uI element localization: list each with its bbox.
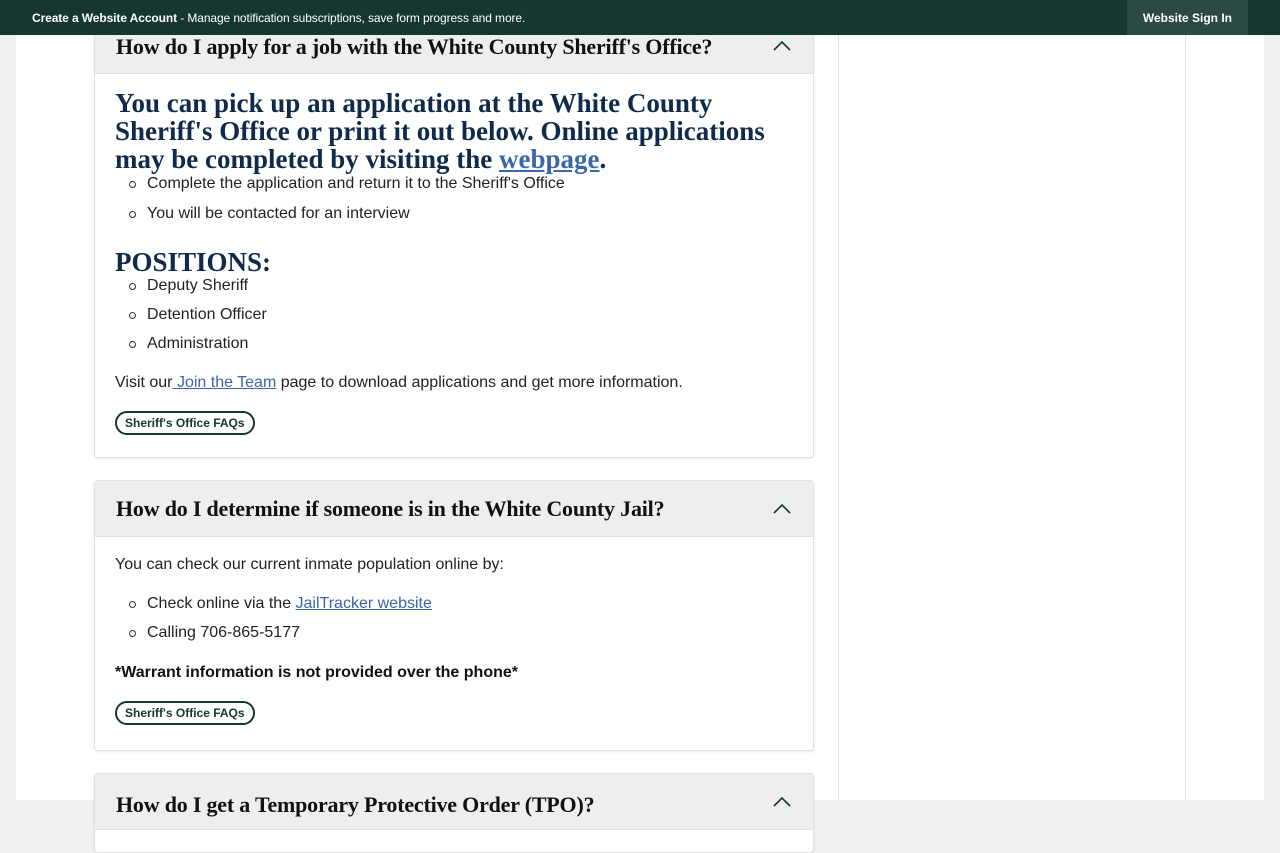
answer-heading: You can pick up an application at the Wh…: [115, 89, 793, 173]
sheriffs-office-faqs-tag[interactable]: Sheriff's Office FAQs: [115, 701, 255, 725]
join-team-paragraph: Visit our Join the Team page to download…: [115, 374, 793, 392]
create-account-description: - Manage notification subscriptions, sav…: [176, 10, 526, 25]
faq-answer: You can pick up an application at the Wh…: [95, 89, 813, 435]
create-account-link[interactable]: Create a Website Account: [32, 11, 177, 25]
check-online-text: Check online via the: [147, 595, 296, 612]
faq-question-header[interactable]: How do I get a Temporary Protective Orde…: [95, 774, 813, 830]
faq-item-apply-job: How do I apply for a job with the White …: [94, 17, 814, 458]
list-item: Complete the application and return it t…: [127, 175, 793, 205]
faq-item-tpo: How do I get a Temporary Protective Orde…: [94, 773, 814, 853]
right-sidebar-column: [838, 0, 1186, 800]
join-the-team-link[interactable]: Join the Team: [173, 374, 276, 391]
faq-item-jail: How do I determine if someone is in the …: [94, 480, 814, 751]
positions-heading: POSITIONS:: [115, 247, 272, 277]
list-item: Calling 706-865-5177: [127, 624, 793, 653]
webpage-link[interactable]: webpage: [499, 144, 600, 174]
top-notification-bar: Create a Website Account - Manage notifi…: [0, 0, 1280, 35]
faq-question: How do I determine if someone is in the …: [116, 495, 665, 521]
faq-question: How do I apply for a job with the White …: [116, 33, 713, 59]
faq-question-header[interactable]: How do I determine if someone is in the …: [95, 481, 813, 537]
list-item: You will be contacted for an interview: [127, 205, 793, 235]
faq-answer: You can check our current inmate populat…: [95, 556, 813, 725]
faq-question: How do I get a Temporary Protective Orde…: [116, 791, 595, 817]
list-item: Detention Officer: [127, 306, 793, 335]
visit-text-end: page to download applications and get mo…: [276, 374, 683, 391]
sheriffs-office-faqs-tag[interactable]: Sheriff's Office FAQs: [115, 411, 255, 435]
jailtracker-link[interactable]: JailTracker website: [296, 595, 432, 612]
application-steps-list: Complete the application and return it t…: [115, 175, 793, 235]
positions-list: Deputy Sheriff Detention Officer Adminis…: [115, 277, 793, 364]
chevron-up-icon[interactable]: [772, 796, 792, 808]
create-account-message: Create a Website Account - Manage notifi…: [0, 11, 525, 25]
list-item: Deputy Sheriff: [127, 277, 793, 306]
list-item: Administration: [127, 335, 793, 364]
warrant-notice: *Warrant information is not provided ove…: [115, 664, 518, 681]
chevron-up-icon[interactable]: [772, 40, 792, 52]
answer-heading-text: You can pick up an application at the Wh…: [115, 88, 765, 174]
chevron-up-icon[interactable]: [772, 503, 792, 515]
list-item: Check online via the JailTracker website: [127, 595, 793, 624]
visit-text: Visit our: [115, 374, 173, 391]
website-sign-in-button[interactable]: Website Sign In: [1126, 0, 1248, 35]
inmate-intro: You can check our current inmate populat…: [115, 556, 504, 573]
inmate-check-list: Check online via the JailTracker website…: [115, 595, 793, 653]
answer-heading-period: .: [599, 144, 607, 174]
